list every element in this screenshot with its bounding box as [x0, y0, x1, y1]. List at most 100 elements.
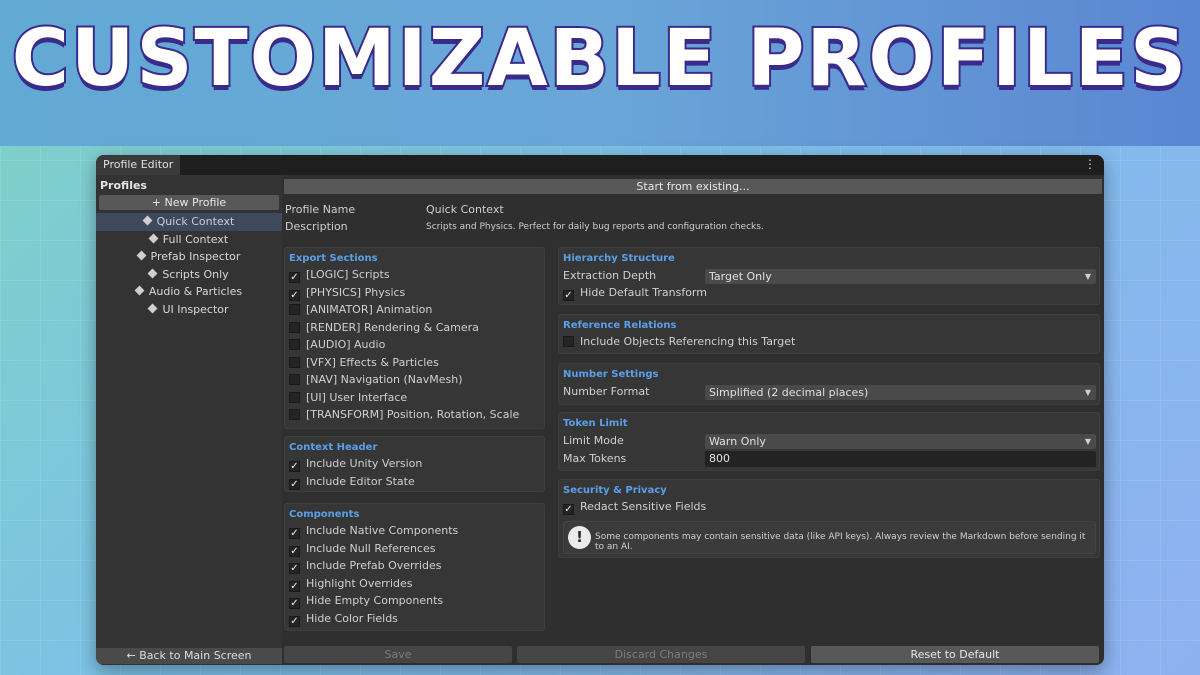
- checkbox-icon[interactable]: ✓: [289, 581, 300, 592]
- checkbox-icon[interactable]: ✓: [289, 528, 300, 539]
- checkbox-row[interactable]: Include Objects Referencing this Target: [563, 334, 795, 350]
- checkbox-icon[interactable]: [289, 339, 300, 350]
- checkbox-label: Include Unity Version: [306, 457, 423, 470]
- back-to-main-button[interactable]: ← Back to Main Screen: [96, 648, 282, 664]
- extraction-depth-label: Extraction Depth: [563, 269, 657, 282]
- number-settings-panel: Number Settings Number Format Simplified…: [558, 363, 1100, 405]
- diamond-icon: [142, 215, 153, 226]
- extraction-depth-dropdown[interactable]: Target Only ▼: [705, 269, 1096, 284]
- limit-mode-dropdown[interactable]: Warn Only ▼: [705, 434, 1096, 449]
- checkbox-row[interactable]: [NAV] Navigation (NavMesh): [289, 372, 463, 388]
- sidebar-title: Profiles: [100, 179, 147, 192]
- checkbox-row[interactable]: ✓ Include Editor State: [289, 474, 415, 490]
- tab-profile-editor[interactable]: Profile Editor: [96, 155, 181, 175]
- checkbox-row[interactable]: [ANIMATOR] Animation: [289, 302, 432, 318]
- titlebar: Profile Editor ⋮: [96, 155, 1104, 175]
- panel-title: Hierarchy Structure: [563, 253, 675, 264]
- checkbox-row[interactable]: ✓ Include Prefab Overrides: [289, 558, 441, 574]
- checkbox-label: Hide Empty Components: [306, 594, 444, 607]
- checkbox-icon[interactable]: ✓: [289, 479, 300, 490]
- max-tokens-label: Max Tokens: [563, 452, 627, 465]
- checkbox-row[interactable]: ✓ Hide Color Fields: [289, 611, 398, 627]
- checkbox-row[interactable]: [RENDER] Rendering & Camera: [289, 320, 479, 336]
- profile-name-label: Profile Name: [285, 203, 356, 216]
- security-privacy-panel: Security & Privacy ✓ Redact Sensitive Fie…: [558, 479, 1100, 558]
- profile-item-scripts-only[interactable]: Scripts Only: [96, 266, 282, 284]
- checkbox-label: Include Null References: [306, 542, 436, 555]
- profile-item-quick-context[interactable]: Quick Context: [96, 213, 282, 231]
- checkbox-icon[interactable]: ✓: [289, 598, 300, 609]
- profile-item-prefab-inspector[interactable]: Prefab Inspector: [96, 248, 282, 266]
- profile-item-label: Audio & Particles: [148, 285, 243, 298]
- profile-name-field[interactable]: Quick Context: [426, 203, 504, 216]
- profiles-sidebar: Profiles + New Profile Quick Context Ful…: [96, 175, 282, 665]
- reference-relations-panel: Reference Relations Include Objects Refe…: [558, 314, 1100, 354]
- checkbox-row[interactable]: ✓ Redact Sensitive Fields: [563, 499, 706, 515]
- profile-item-label: Quick Context: [156, 215, 235, 228]
- checkbox-icon[interactable]: [289, 374, 300, 385]
- max-tokens-input[interactable]: 800: [705, 451, 1096, 467]
- panel-title: Export Sections: [289, 253, 378, 264]
- profile-item-audio-particles[interactable]: Audio & Particles: [96, 283, 282, 301]
- checkbox-icon[interactable]: ✓: [289, 290, 300, 301]
- reset-to-default-button[interactable]: Reset to Default: [811, 646, 1099, 663]
- checkbox-icon[interactable]: [289, 357, 300, 368]
- checkbox-label: Include Native Components: [306, 524, 459, 537]
- warning-text: Some components may contain sensitive da…: [595, 532, 1086, 552]
- checkbox-row[interactable]: [VFX] Effects & Particles: [289, 355, 439, 371]
- checkbox-icon[interactable]: [563, 336, 574, 347]
- discard-changes-button[interactable]: Discard Changes: [517, 646, 805, 663]
- checkbox-row[interactable]: ✓ Include Unity Version: [289, 456, 422, 472]
- profile-list: Quick Context Full Context Prefab Inspec…: [96, 213, 282, 318]
- checkbox-label: Hide Default Transform: [580, 286, 707, 299]
- checkbox-icon[interactable]: ✓: [563, 504, 574, 515]
- save-button[interactable]: Save: [284, 646, 512, 663]
- checkbox-icon[interactable]: ✓: [289, 563, 300, 574]
- number-format-dropdown[interactable]: Simplified (2 decimal places) ▼: [705, 385, 1096, 400]
- checkbox-label: Hide Color Fields: [306, 612, 398, 625]
- checkbox-icon[interactable]: [289, 392, 300, 403]
- checkbox-icon[interactable]: [289, 409, 300, 420]
- checkbox-row[interactable]: [TRANSFORM] Position, Rotation, Scale: [289, 407, 519, 423]
- checkbox-icon[interactable]: [289, 322, 300, 333]
- headline: CUSTOMIZABLE PROFILES: [10, 12, 1189, 106]
- checkbox-row[interactable]: ✓ Highlight Overrides: [289, 576, 412, 592]
- new-profile-button[interactable]: + New Profile: [99, 195, 279, 210]
- panel-title: Token Limit: [563, 418, 628, 429]
- number-format-label: Number Format: [563, 385, 650, 398]
- checkbox-label: Include Editor State: [306, 475, 415, 488]
- chevron-down-icon: ▼: [1084, 437, 1091, 446]
- profile-item-label: Full Context: [162, 232, 229, 246]
- panel-title: Reference Relations: [563, 320, 677, 331]
- checkbox-icon[interactable]: ✓: [563, 290, 574, 301]
- checkbox-row[interactable]: ✓ Include Null References: [289, 541, 435, 557]
- checkbox-icon[interactable]: ✓: [289, 461, 300, 472]
- checkbox-row[interactable]: ✓ Include Native Components: [289, 523, 458, 539]
- checkbox-row[interactable]: ✓ [PHYSICS] Physics: [289, 285, 405, 301]
- warning-helpbox: ! Some components may contain sensitive …: [563, 521, 1096, 554]
- description-field[interactable]: Scripts and Physics. Perfect for daily b…: [426, 222, 764, 232]
- diamond-icon: [148, 233, 159, 243]
- checkbox-label: [PHYSICS] Physics: [306, 286, 406, 299]
- dropdown-value: Simplified (2 decimal places): [709, 386, 869, 399]
- checkbox-icon[interactable]: ✓: [289, 616, 300, 627]
- profile-item-ui-inspector[interactable]: UI Inspector: [96, 301, 282, 319]
- checkbox-icon[interactable]: ✓: [289, 546, 300, 557]
- checkbox-icon[interactable]: [289, 304, 300, 315]
- profile-item-label: Prefab Inspector: [150, 250, 241, 263]
- limit-mode-label: Limit Mode: [563, 434, 624, 447]
- profile-item-full-context[interactable]: Full Context: [96, 231, 282, 249]
- diamond-icon: [147, 268, 158, 278]
- checkbox-row[interactable]: ✓ [LOGIC] Scripts: [289, 267, 390, 283]
- diamond-icon: [147, 303, 158, 313]
- checkbox-label: Redact Sensitive Fields: [580, 500, 707, 513]
- checkbox-row[interactable]: ✓ Hide Default Transform: [563, 285, 707, 301]
- export-sections-panel: Export Sections ✓ [LOGIC] Scripts ✓ [PHYSI…: [284, 247, 545, 429]
- checkbox-row[interactable]: [UI] User Interface: [289, 390, 407, 406]
- checkbox-row[interactable]: [AUDIO] Audio: [289, 337, 385, 353]
- kebab-menu-icon[interactable]: ⋮: [1084, 157, 1096, 171]
- start-from-existing-button[interactable]: Start from existing...: [284, 179, 1102, 194]
- checkbox-icon[interactable]: ✓: [289, 272, 300, 283]
- panel-title: Number Settings: [563, 369, 659, 380]
- checkbox-row[interactable]: ✓ Hide Empty Components: [289, 593, 443, 609]
